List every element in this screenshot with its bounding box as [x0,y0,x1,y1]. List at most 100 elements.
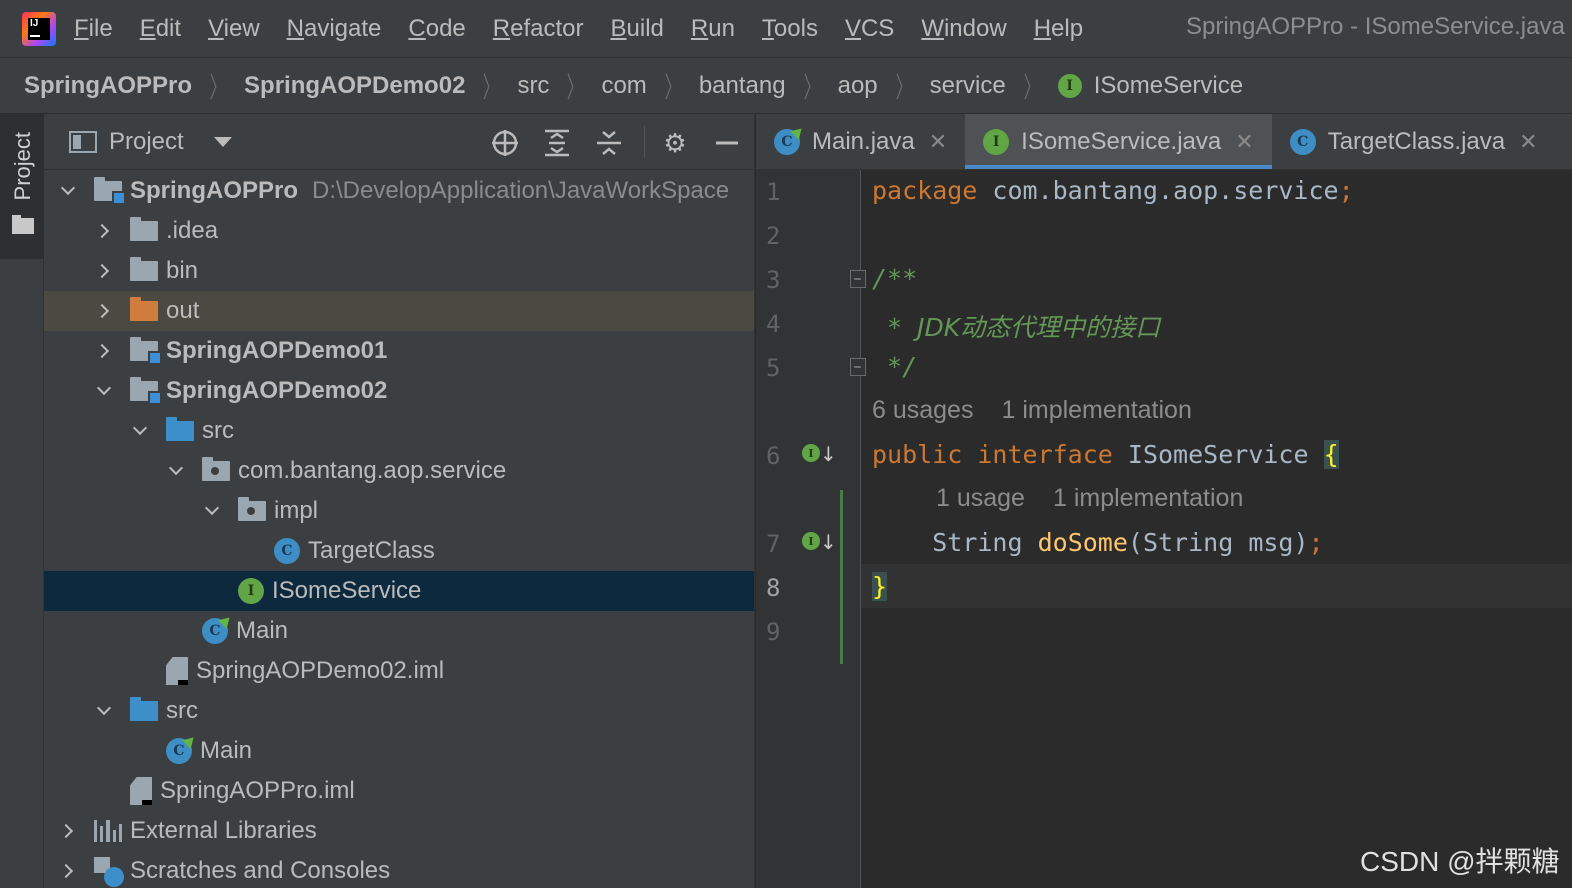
scratches-icon [94,857,124,887]
tree-item-src[interactable]: src [44,411,754,451]
expand-all-icon[interactable] [542,128,572,158]
code-line-7[interactable]: String doSome(String msg); [872,528,1323,557]
tab-label: ISomeService.java [1021,127,1222,155]
project-panel-header: Project ⚙ [44,114,754,170]
inlay-hint-usages[interactable]: 6 usages 1 implementation [872,396,1192,425]
menu-refactor[interactable]: Refactor [493,15,584,43]
close-icon[interactable]: ✕ [1235,129,1253,155]
chevron-down-icon[interactable] [130,420,150,441]
menu-run[interactable]: Run [691,15,735,43]
breadcrumb-item-aop[interactable]: aop [838,72,878,100]
tab-main-java[interactable]: C Main.java ✕ [756,114,965,169]
breadcrumb-item-src[interactable]: src [517,72,549,100]
chevron-right-icon[interactable] [58,821,78,841]
usages-hint[interactable]: 1 usage [936,484,1025,512]
tree-item-main-demo02[interactable]: C Main [44,611,754,651]
breadcrumb-item-service[interactable]: service [930,72,1006,100]
fold-icon[interactable] [850,358,866,376]
code-token-identifier: ISomeService [1127,440,1309,469]
implemented-gutter-icon[interactable]: I ↓ [802,530,837,558]
chevron-right-icon[interactable] [94,301,114,321]
breadcrumb-item-isomeservice[interactable]: I ISomeService [1057,72,1243,100]
menu-navigate[interactable]: Navigate [287,15,382,43]
fold-icon[interactable] [850,270,866,288]
menu-code[interactable]: Code [408,15,465,43]
chevron-right-icon[interactable] [58,861,78,881]
chevron-down-icon[interactable] [202,500,222,521]
menu-file[interactable]: File [74,15,113,43]
tree-item-demo02-iml[interactable]: SpringAOPDemo02.iml [44,651,754,691]
menu-help[interactable]: Help [1034,15,1083,43]
menu-build[interactable]: Build [611,15,664,43]
package-icon [238,497,266,521]
tree-item-root-main[interactable]: C Main [44,731,754,771]
chevron-right-icon[interactable] [94,341,114,361]
breadcrumb-item-project[interactable]: SpringAOPPro [24,72,192,100]
menu-view[interactable]: View [208,15,260,43]
tree-item-bin[interactable]: bin [44,251,754,291]
tree-item-demo02[interactable]: SpringAOPDemo02 [44,371,754,411]
close-icon[interactable]: ✕ [1519,129,1537,155]
usages-hint[interactable]: 6 usages [872,396,973,424]
chevron-right-icon: 〉 [567,71,584,103]
menu-window[interactable]: Window [921,15,1006,43]
breadcrumb-item-com[interactable]: com [601,72,646,100]
tree-item-isomeservice[interactable]: I ISomeService [44,571,754,611]
menu-vcs[interactable]: VCS [845,15,894,43]
close-icon[interactable]: ✕ [929,129,947,155]
tree-item-pro-iml[interactable]: SpringAOPPro.iml [44,771,754,811]
excluded-folder-icon [130,297,158,321]
tree-item-label: src [166,697,198,724]
implemented-gutter-icon[interactable]: I ↓ [802,442,837,470]
implementation-hint[interactable]: 1 implementation [1001,396,1191,424]
tree-item-idea[interactable]: .idea [44,211,754,251]
menu-bar: IJ File Edit View Navigate Code Refactor… [0,0,1572,58]
breadcrumb-item-module[interactable]: SpringAOPDemo02 [244,72,465,100]
chevron-down-icon[interactable] [94,380,114,401]
tree-item-label: Main [200,737,253,764]
tree-item-impl[interactable]: impl [44,491,754,531]
code-line-1[interactable]: package com.bantang.aop.service; [872,176,1354,205]
breadcrumb-item-bantang[interactable]: bantang [699,72,786,100]
code-line-5[interactable]: */ [872,352,917,381]
runnable-class-icon: C [774,128,800,155]
gear-icon[interactable]: ⚙ [660,128,690,158]
code-token-keyword: public [872,440,963,469]
menu-edit[interactable]: Edit [140,15,181,43]
project-panel-title[interactable]: Project [109,128,184,156]
chevron-down-icon[interactable] [58,180,78,201]
code-line-3[interactable]: /** [872,264,917,293]
collapse-all-icon[interactable] [594,128,624,158]
tree-item-root-src[interactable]: src [44,691,754,731]
chevron-down-icon[interactable] [213,136,232,147]
menu-tools[interactable]: Tools [762,15,818,43]
code-line-6[interactable]: public interface ISomeService { [872,440,1339,469]
tab-isomeservice-java[interactable]: I ISomeService.java ✕ [965,114,1272,169]
implementation-hint[interactable]: 1 implementation [1053,484,1243,512]
tree-item-label: out [166,297,200,324]
tree-item-project-root[interactable]: SpringAOPPro D:\DevelopApplication\JavaW… [44,171,754,211]
chevron-right-icon[interactable] [94,221,114,241]
chevron-right-icon[interactable] [94,261,114,281]
tree-item-demo01[interactable]: SpringAOPDemo01 [44,331,754,371]
code-line-4[interactable]: * JDK动态代理中的接口 [872,308,1160,344]
project-tab-label: Project [10,132,35,201]
inlay-hint-method[interactable]: 1 usage 1 implementation [936,484,1243,513]
chevron-down-icon[interactable] [94,700,114,721]
intellij-logo-icon: IJ [22,11,56,46]
tree-item-package[interactable]: com.bantang.aop.service [44,451,754,491]
minimize-icon[interactable] [712,128,742,158]
line-number: 2 [766,222,781,250]
tree-item-scratches[interactable]: Scratches and Consoles [44,851,754,888]
tree-item-out[interactable]: out [44,291,754,331]
project-tool-window-tab[interactable]: Project [0,114,44,259]
code-line-8[interactable]: } [872,572,888,601]
tree-item-external-libraries[interactable]: External Libraries [44,811,754,851]
tree-item-targetclass[interactable]: C TargetClass [44,531,754,571]
tree-item-label: src [202,417,234,444]
chevron-down-icon[interactable] [166,460,186,481]
runnable-class-icon: C [202,618,228,644]
tab-targetclass-java[interactable]: C TargetClass.java ✕ [1272,114,1556,169]
code-token-comment-text: JDK动态代理中的接口 [917,313,1161,342]
locate-icon[interactable] [490,128,520,158]
